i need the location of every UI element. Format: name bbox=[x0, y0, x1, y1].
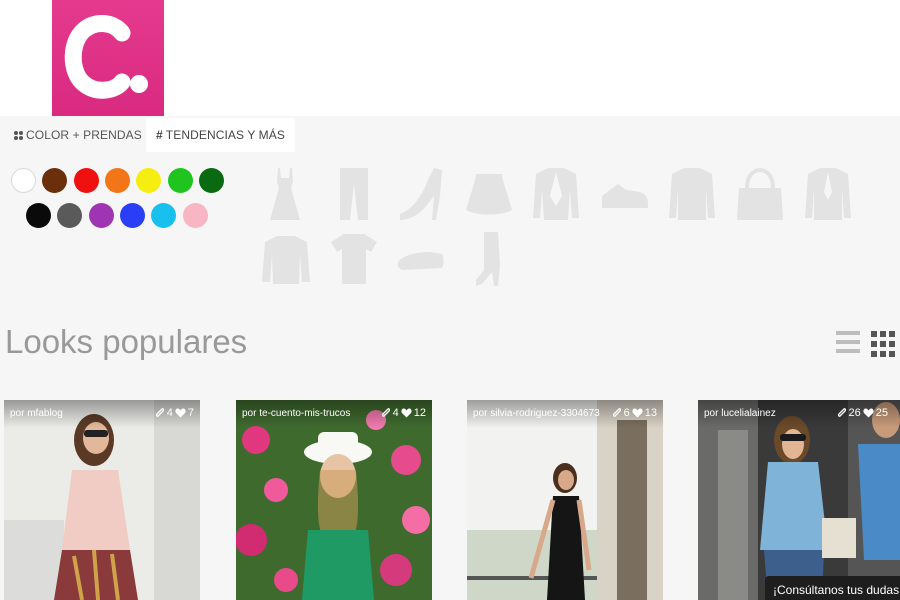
clip-count: 4 bbox=[392, 407, 399, 419]
look-photo bbox=[4, 400, 200, 600]
clip-count: 26 bbox=[848, 407, 861, 419]
color-swatch[interactable] bbox=[11, 168, 36, 193]
tab-label: TENDENCIAS Y MÁS bbox=[165, 128, 285, 142]
color-swatch[interactable] bbox=[198, 168, 224, 193]
tshirt-icon[interactable] bbox=[330, 232, 378, 286]
look-card[interactable]: por lucelialainez 26 25 bbox=[698, 400, 900, 600]
clip-icon bbox=[381, 408, 390, 417]
clip-count: 4 bbox=[166, 407, 173, 419]
look-stats: 26 25 bbox=[837, 407, 888, 419]
look-card[interactable]: por silvia-rodriguez-3304673 6 13 bbox=[467, 400, 663, 600]
look-stats: 6 13 bbox=[612, 407, 657, 419]
header bbox=[0, 0, 900, 116]
look-author[interactable]: por te-cuento-mis-trucos bbox=[242, 408, 350, 419]
blazer-icon[interactable] bbox=[532, 166, 580, 222]
list-view-button[interactable] bbox=[836, 331, 860, 359]
high-heel-icon[interactable] bbox=[398, 166, 446, 222]
heart-icon[interactable] bbox=[863, 408, 874, 418]
look-stats: 4 12 bbox=[381, 407, 426, 419]
tab-color-prendas[interactable]: COLOR + PRENDAS bbox=[6, 118, 150, 152]
chat-widget[interactable]: ¡Consúltanos tus dudas s bbox=[765, 576, 900, 600]
dress-icon[interactable] bbox=[268, 166, 302, 222]
coat-icon[interactable] bbox=[804, 166, 852, 222]
like-count: 7 bbox=[187, 407, 194, 419]
grid-view-button[interactable] bbox=[871, 331, 897, 359]
look-author[interactable]: por lucelialainez bbox=[704, 408, 776, 419]
heart-icon[interactable] bbox=[401, 408, 412, 418]
look-author[interactable]: por silvia-rodriguez-3304673 bbox=[473, 408, 600, 419]
color-swatch[interactable] bbox=[73, 168, 99, 193]
look-photo bbox=[236, 400, 432, 600]
pants-icon[interactable] bbox=[337, 166, 371, 222]
look-stats: 4 7 bbox=[155, 407, 194, 419]
hashtag-icon: # bbox=[156, 128, 163, 142]
color-swatch[interactable] bbox=[119, 203, 145, 228]
shirt-icon[interactable] bbox=[668, 166, 716, 222]
look-card[interactable]: por mfablog 4 7 bbox=[4, 400, 200, 600]
clip-count: 6 bbox=[623, 407, 630, 419]
clip-icon bbox=[837, 408, 846, 417]
color-swatch[interactable] bbox=[167, 168, 193, 193]
like-count: 13 bbox=[644, 407, 657, 419]
clip-icon bbox=[155, 408, 164, 417]
handbag-icon[interactable] bbox=[735, 166, 785, 222]
brand-logo[interactable] bbox=[52, 0, 164, 116]
boot-icon[interactable] bbox=[474, 230, 508, 288]
tab-label: COLOR + PRENDAS bbox=[26, 128, 142, 142]
filter-tabs: COLOR + PRENDAS # TENDENCIAS Y MÁS bbox=[0, 116, 900, 152]
section-title: Looks populares bbox=[5, 323, 248, 360]
sneaker-icon[interactable] bbox=[600, 180, 650, 210]
color-swatch[interactable] bbox=[88, 203, 114, 228]
color-swatch[interactable] bbox=[42, 168, 68, 193]
look-card[interactable]: por te-cuento-mis-trucos 4 12 bbox=[236, 400, 432, 600]
color-swatch[interactable] bbox=[151, 203, 177, 228]
tab-tendencias[interactable]: # TENDENCIAS Y MÁS bbox=[146, 118, 295, 152]
look-photo bbox=[698, 400, 900, 600]
heart-icon[interactable] bbox=[175, 408, 186, 418]
heart-icon[interactable] bbox=[632, 408, 643, 418]
color-swatch[interactable] bbox=[26, 203, 51, 228]
color-swatch[interactable] bbox=[136, 168, 162, 193]
like-count: 25 bbox=[875, 407, 888, 419]
like-count: 12 bbox=[413, 407, 426, 419]
skirt-icon[interactable] bbox=[464, 172, 514, 218]
look-author[interactable]: por mfablog bbox=[10, 408, 63, 419]
look-photo bbox=[467, 400, 663, 600]
chat-label: ¡Consúltanos tus dudas s bbox=[773, 583, 900, 597]
flat-shoe-icon[interactable] bbox=[396, 248, 446, 272]
logo-c-glyph bbox=[64, 15, 148, 99]
clip-icon bbox=[612, 408, 621, 417]
color-swatch[interactable] bbox=[104, 168, 130, 193]
sweater-icon[interactable] bbox=[261, 234, 311, 286]
color-swatch[interactable] bbox=[182, 203, 208, 228]
color-swatch[interactable] bbox=[57, 203, 83, 228]
grid-dots-icon bbox=[14, 130, 23, 140]
